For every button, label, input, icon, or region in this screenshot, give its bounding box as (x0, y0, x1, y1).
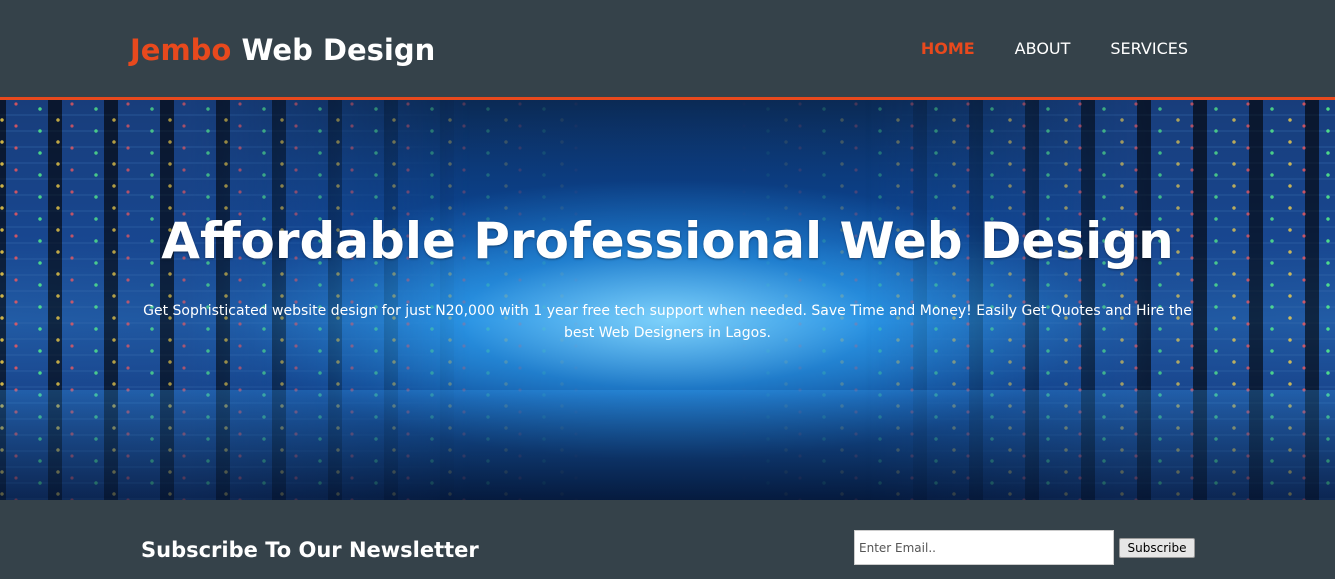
nav-home[interactable]: HOME (921, 39, 975, 58)
nav-about[interactable]: ABOUT (1015, 39, 1071, 58)
hero-title: Affordable Professional Web Design (161, 212, 1174, 270)
hero-content: Affordable Professional Web Design Get S… (0, 100, 1335, 500)
newsletter-title: Subscribe To Our Newsletter (141, 538, 479, 562)
hero-banner: Affordable Professional Web Design Get S… (0, 100, 1335, 500)
logo-text: Web Design (231, 33, 436, 67)
hero-subtitle: Get Sophisticated website design for jus… (143, 303, 1192, 341)
nav-services[interactable]: SERVICES (1110, 39, 1188, 58)
site-logo[interactable]: Jembo Web Design (130, 33, 435, 67)
logo-highlight: Jembo (130, 33, 232, 67)
newsletter-section: Subscribe To Our Newsletter Subscribe (0, 500, 1335, 579)
main-nav: HOME ABOUT SERVICES (921, 39, 1188, 58)
site-header: Jembo Web Design HOME ABOUT SERVICES (0, 0, 1335, 100)
subscribe-button[interactable]: Subscribe (1119, 538, 1195, 558)
email-input[interactable] (854, 530, 1114, 565)
